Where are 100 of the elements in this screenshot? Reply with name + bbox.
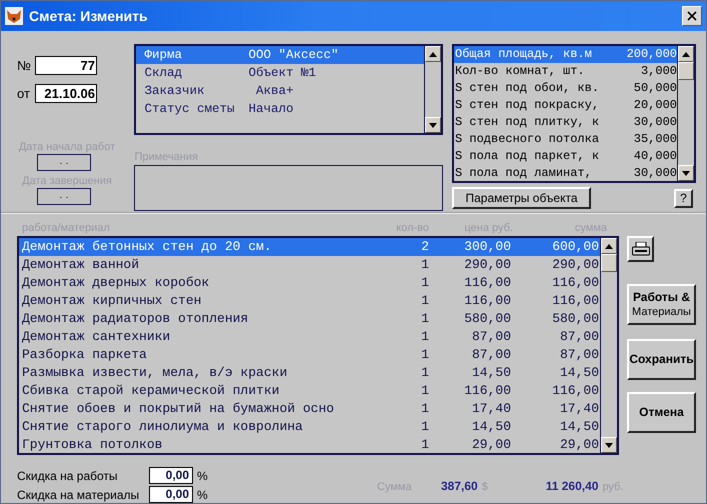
percent-unit: % <box>197 488 208 502</box>
table-row[interactable]: Размывка извести, мела, в/э краски 1 14,50 14,50 <box>19 363 600 382</box>
table-cell-text: Демонтаж бетонных стен до 20 см. <box>21 239 273 254</box>
percent-unit: % <box>197 468 208 482</box>
table-row[interactable]: Снятие обоев и покрытий на бумажной осно 1 17,40 17,40 <box>19 399 600 418</box>
table-row[interactable]: Демонтаж бетонных стен до 20 см. 2 300,00 600,00 <box>19 238 600 256</box>
table-row[interactable]: Снятие старого линолиума и ковролина 1 14,50 14,50 <box>19 417 600 436</box>
date-field[interactable]: 21.10.06 <box>35 84 97 102</box>
close-icon <box>687 11 697 21</box>
table-cell-text: 600,00 <box>551 239 599 254</box>
table-cell-text: 14,50 <box>558 364 599 380</box>
notes-field[interactable] <box>134 165 443 211</box>
table-cell-text: 1 <box>420 400 429 416</box>
printer-icon <box>632 242 650 256</box>
up-arrow-icon <box>429 52 437 56</box>
param-row[interactable]: S стен под обои, кв. 50,000 <box>454 80 677 97</box>
save-button[interactable]: Сохранить <box>627 339 696 380</box>
table-row[interactable]: Сбивка старой керамической плитки 1 116,00 116,00 <box>19 381 600 400</box>
help-button[interactable]: ? <box>674 188 693 208</box>
table-cell-text: 1 <box>420 364 429 380</box>
table-cell-text: Снятие старого линолиума и ковролина <box>21 418 304 434</box>
table-cell-text: Размывка извести, мела, в/э краски <box>21 364 288 380</box>
down-arrow-icon <box>429 122 437 128</box>
table-row[interactable]: Грунтовка потолков 1 29,00 29,00 <box>19 435 600 454</box>
down-arrow-icon <box>682 170 690 176</box>
scroll-up-button[interactable] <box>601 238 617 254</box>
table-cell-text: 1 <box>420 346 429 362</box>
table-cell-text: 87,00 <box>470 329 511 344</box>
table-cell-text: Демонтаж кирпичных стен <box>21 293 202 308</box>
table-cell-text: 116,00 <box>551 293 599 308</box>
total-rub: 11 260,40 <box>546 479 598 493</box>
scroll-down-button[interactable] <box>601 437 617 453</box>
info-row[interactable]: Заказчик Аква+ <box>136 82 424 100</box>
table-row[interactable]: Демонтаж ванной 1 290,00 290,00 <box>19 256 600 274</box>
info-row[interactable]: Склад Объект №1 <box>136 64 424 82</box>
param-row[interactable]: S стен под покраску, 20,000 <box>454 96 677 114</box>
param-row[interactable]: S стен под плитку, к 30,000 <box>454 114 677 130</box>
scroll-down-button[interactable] <box>425 117 441 133</box>
scroll-up-button[interactable] <box>678 46 694 62</box>
table-cell-text: 116,00 <box>463 382 511 398</box>
table-cell-text: 1 <box>420 275 429 290</box>
fox-icon <box>5 7 23 25</box>
table-row[interactable]: Демонтаж радиаторов отопления 1 580,00 580,00 <box>19 310 600 328</box>
table-cell-text: 116,00 <box>551 382 599 398</box>
param-row[interactable]: Кол-во комнат, шт. 3,000 <box>454 62 677 80</box>
close-button[interactable] <box>682 6 702 26</box>
table-cell-text: 1 <box>420 382 429 398</box>
param-row[interactable]: Общая площадь, кв.м 200,000 <box>454 46 677 63</box>
table-cell-text: 29,00 <box>558 436 599 452</box>
works-materials-button[interactable]: Работы & Материалы <box>627 284 696 325</box>
scroll-down-button[interactable] <box>678 165 694 181</box>
param-row[interactable]: S пола под ламинат, 30,000 <box>454 164 677 181</box>
discount-label: Скидка на работы <box>17 468 119 482</box>
info-row[interactable]: Фирма ООО "Аксесс" <box>136 46 424 64</box>
table-cell-text: 17,40 <box>558 400 599 416</box>
field-label: от <box>17 86 31 100</box>
scroll-thumb[interactable] <box>601 254 617 272</box>
table-cell-text: 1 <box>420 418 429 434</box>
table-cell-text: 290,00 <box>551 257 599 272</box>
table-cell-text: Демонтаж ванной <box>21 257 140 272</box>
table-cell-text: 1 <box>420 293 429 308</box>
table-cell-text: 116,00 <box>463 275 511 290</box>
table-row[interactable]: Демонтаж сантехники 1 87,00 87,00 <box>19 328 600 346</box>
table-cell-text: Демонтаж сантехники <box>21 329 172 344</box>
param-row[interactable]: S пола под паркет, к 40,000 <box>454 147 677 164</box>
param-row[interactable]: S подвесного потолка 35,000 <box>454 130 677 148</box>
table-cell-text: 300,00 <box>463 239 511 254</box>
up-arrow-icon <box>605 244 613 248</box>
table-cell-text: 580,00 <box>551 311 599 326</box>
table-cell-text: Демонтаж радиаторов отопления <box>21 311 250 326</box>
table-cell-text: 1 <box>420 436 429 452</box>
table-cell-text: 14,50 <box>470 364 511 380</box>
object-params-button[interactable]: Параметры объекта <box>452 187 591 209</box>
table-cell-text: 87,00 <box>470 346 511 362</box>
discount-label: Скидка на материалы <box>17 488 140 502</box>
table-cell-text: 116,00 <box>551 275 599 290</box>
cancel-button[interactable]: Отмена <box>627 392 696 433</box>
date-field[interactable]: . . <box>37 154 91 171</box>
currency-unit: $ <box>482 481 489 493</box>
table-cell-text: 290,00 <box>463 257 511 272</box>
info-row[interactable]: Статус сметы Начало <box>136 100 424 118</box>
up-arrow-icon <box>682 52 690 56</box>
table-cell-text: Разборка паркета <box>21 346 148 362</box>
table-row[interactable]: Разборка паркета 1 87,00 87,00 <box>19 346 600 364</box>
print-button[interactable] <box>627 236 654 262</box>
table-row[interactable]: Демонтаж дверных коробок 1 116,00 116,00 <box>19 274 600 292</box>
date-field[interactable]: . . <box>37 188 91 205</box>
table-cell-text: 14,50 <box>470 418 511 434</box>
table-cell-text: 2 <box>420 239 429 254</box>
table-cell-text: 87,00 <box>558 329 599 344</box>
discount-field[interactable]: 0,00 <box>149 467 193 484</box>
table-row[interactable]: Демонтаж кирпичных стен 1 116,00 116,00 <box>19 292 600 310</box>
scroll-thumb[interactable] <box>678 62 694 80</box>
table-cell-text: Сбивка старой керамической плитки <box>21 382 280 398</box>
table-cell-text: Грунтовка потолков <box>21 436 164 452</box>
down-arrow-icon <box>605 442 613 448</box>
scroll-up-button[interactable] <box>425 46 441 62</box>
discount-field[interactable]: 0,00 <box>149 486 193 503</box>
table-cell-text: 1 <box>420 257 429 272</box>
number-field[interactable]: 77 <box>35 56 97 74</box>
